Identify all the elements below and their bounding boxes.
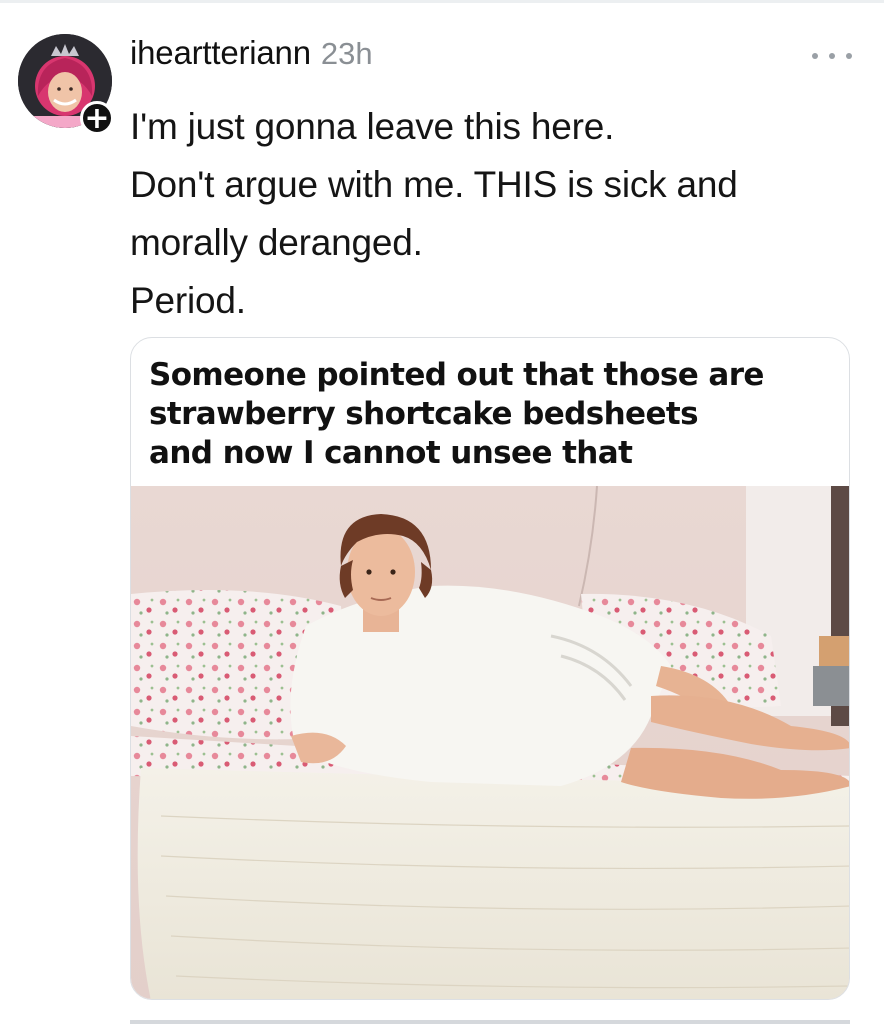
follow-button[interactable]: + [80,101,114,135]
meme-photo [131,486,849,999]
meme-caption-line: and now I cannot unsee that [149,435,633,471]
top-divider [0,0,884,3]
meme-caption-line: Someone pointed out that those are [149,357,764,393]
meme-caption: Someone pointed out that those are straw… [149,356,839,473]
meme-caption-line: strawberry shortcake bedsheets [149,396,699,432]
more-options-icon[interactable] [812,44,852,68]
post-text-line: morally deranged. [130,222,423,263]
photo-image [131,486,849,999]
plus-icon: + [84,101,110,136]
post-header: iheartteriann 23h [130,34,373,82]
media-card[interactable]: Someone pointed out that those are straw… [130,337,850,1000]
username-link[interactable]: iheartteriann [130,34,311,72]
post-text-line: I'm just gonna leave this here. [130,106,615,147]
bottom-divider [130,1020,850,1024]
post-text: I'm just gonna leave this here. Don't ar… [130,98,850,330]
post-timestamp: 23h [320,36,373,71]
post-text-line: Period. [130,280,246,321]
post-text-line: Don't argue with me. THIS is sick and [130,164,738,205]
